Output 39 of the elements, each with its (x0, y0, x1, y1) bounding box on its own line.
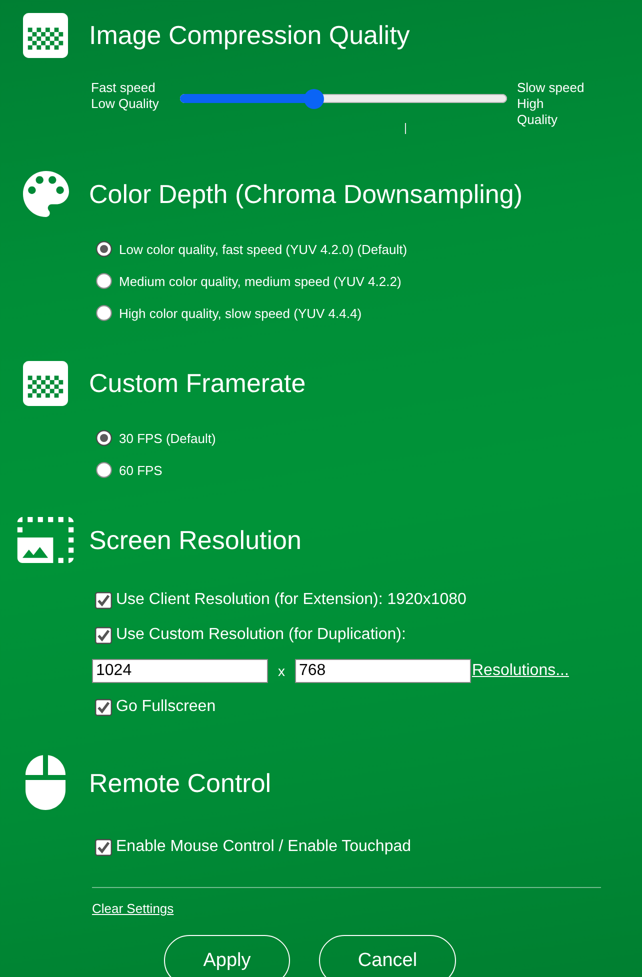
palette-icon (22, 171, 68, 217)
cancel-button[interactable]: Cancel (319, 935, 456, 977)
checkbox[interactable] (95, 592, 112, 608)
section-title: Custom Framerate (89, 367, 306, 399)
slider-max-label: Slow speed High Quality (517, 80, 584, 128)
radio-button[interactable] (96, 241, 112, 257)
checkbox-label: Go Fullscreen (116, 698, 216, 716)
radio-label: 30 FPS (Default) (119, 430, 216, 446)
radio-button[interactable] (96, 430, 112, 446)
checkbox-label: Use Custom Resolution (for Duplication): (116, 626, 406, 644)
apply-button[interactable]: Apply (164, 935, 290, 977)
clear-settings-link[interactable]: Clear Settings (92, 901, 174, 917)
radio-button[interactable] (96, 305, 112, 321)
radio-label: 60 FPS (119, 462, 162, 478)
section-title: Color Depth (Chroma Downsampling) (89, 178, 522, 210)
dashed-frame-picture-icon (17, 517, 74, 563)
radio-label: Medium color quality, medium speed (YUV 4.2.2) (119, 274, 402, 288)
resolutions-link[interactable]: Resolutions... (472, 662, 569, 680)
dimension-separator: x (277, 663, 286, 679)
checkbox[interactable] (95, 626, 112, 644)
radio-label: Low color quality, fast speed (YUV 4.2.0) (Default) (119, 242, 408, 256)
radio-button[interactable] (96, 462, 112, 478)
checkbox-label: Enable Mouse Control / Enable Touchpad (116, 838, 412, 856)
section-title: Remote Control (89, 766, 272, 798)
radio-button[interactable] (96, 273, 112, 289)
slider-track[interactable] (180, 89, 507, 109)
checkbox-label: Use Client Resolution (for Extension): 1920x1080 (116, 591, 466, 609)
radio-label: High color quality, slow speed (YUV 4.4.4) (119, 306, 362, 320)
checkbox[interactable] (95, 698, 112, 716)
checkerboard-icon (23, 12, 68, 58)
section-title: Image Compression Quality (89, 19, 410, 51)
section-title: Screen Resolution (89, 524, 302, 556)
input-field[interactable]: 768 (295, 659, 471, 683)
checkbox[interactable] (95, 838, 112, 856)
slider-thumb[interactable] (304, 89, 324, 109)
input-field[interactable]: 1024 (92, 659, 268, 683)
mouse-icon (25, 755, 66, 810)
slider-min-label: Fast speed Low Quality (91, 80, 160, 112)
checkerboard-icon (23, 360, 68, 406)
